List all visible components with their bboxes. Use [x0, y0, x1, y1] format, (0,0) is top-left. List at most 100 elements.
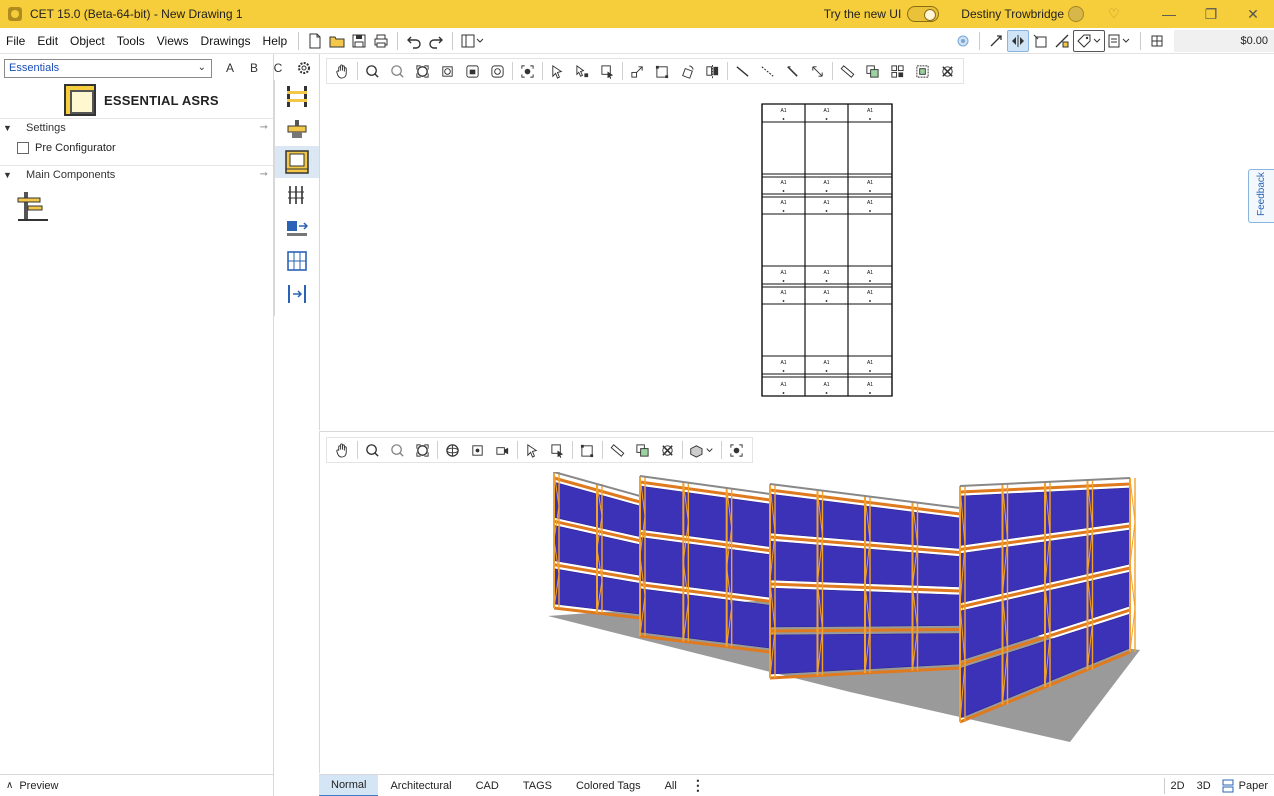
- rack-frame-tool[interactable]: [275, 80, 319, 112]
- rack-plan-drawing[interactable]: A1 A1 A1 A1 A1 A1 A1 A1 A1 A1 A1 A1 A1 A1 A1 A1 A1 A1 A1 A1…: [760, 102, 894, 398]
- filter-c-button[interactable]: C: [266, 61, 290, 75]
- more-options-icon[interactable]: ⋮: [691, 777, 705, 794]
- rotate-icon[interactable]: [675, 60, 700, 82]
- menu-views[interactable]: Views: [151, 34, 195, 48]
- plan-view[interactable]: A1 A1 A1 A1 A1 A1 A1 A1 A1 A1 A1 A1 A1 A1 A1 A1 A1 A1 A1 A1…: [319, 54, 1274, 430]
- focus-icon[interactable]: [515, 60, 540, 82]
- pre-configurator-item[interactable]: Pre Configurator: [17, 140, 116, 156]
- view-3d-button[interactable]: 3D: [1191, 780, 1217, 792]
- select-similar-icon[interactable]: [570, 60, 595, 82]
- open-folder-icon[interactable]: [326, 30, 348, 52]
- copy-icon[interactable]: [630, 439, 655, 461]
- calculation-icon[interactable]: [1146, 30, 1168, 52]
- move-icon[interactable]: [625, 60, 650, 82]
- menu-file[interactable]: File: [0, 34, 31, 48]
- zoom-selection-icon[interactable]: [460, 60, 485, 82]
- delete-icon[interactable]: [935, 60, 960, 82]
- select-icon[interactable]: [520, 439, 545, 461]
- paper-button[interactable]: Paper: [1239, 780, 1274, 792]
- aisle-tool[interactable]: [275, 278, 319, 310]
- tab-architectural[interactable]: Architectural: [378, 775, 463, 796]
- copy-icon[interactable]: [860, 60, 885, 82]
- 3d-rack-scene[interactable]: [540, 472, 1150, 762]
- zoom-icon[interactable]: [360, 60, 385, 82]
- lift-tool[interactable]: [275, 245, 319, 277]
- tab-all[interactable]: All: [653, 775, 689, 796]
- report-dropdown-icon[interactable]: [1105, 30, 1135, 52]
- tab-cad[interactable]: CAD: [464, 775, 511, 796]
- bell-icon[interactable]: ♡: [1108, 7, 1122, 21]
- menu-help[interactable]: Help: [257, 34, 294, 48]
- mirror-icon[interactable]: [700, 60, 725, 82]
- 3d-view[interactable]: [319, 431, 1274, 773]
- print-icon[interactable]: [370, 30, 392, 52]
- select-icon[interactable]: [545, 60, 570, 82]
- zoom-extents-icon[interactable]: [410, 439, 435, 461]
- asrs-storage-tool[interactable]: [275, 146, 319, 178]
- group-icon[interactable]: [910, 60, 935, 82]
- zoom-extents-icon[interactable]: [410, 60, 435, 82]
- zoom-icon[interactable]: [360, 439, 385, 461]
- dashed-line-icon[interactable]: [755, 60, 780, 82]
- select-all-icon[interactable]: [545, 439, 570, 461]
- filter-a-button[interactable]: A: [218, 61, 242, 75]
- align-icon[interactable]: [1007, 29, 1029, 52]
- new-document-icon[interactable]: [304, 30, 326, 52]
- feedback-tab[interactable]: Feedback: [1248, 169, 1274, 223]
- line-icon[interactable]: [730, 60, 755, 82]
- camera-icon[interactable]: [490, 439, 515, 461]
- menu-edit[interactable]: Edit: [31, 34, 64, 48]
- arrow-dimension-icon[interactable]: [805, 60, 830, 82]
- orbit-icon[interactable]: [440, 439, 465, 461]
- measure-icon[interactable]: [605, 439, 630, 461]
- user-name[interactable]: Destiny Trowbridge: [961, 7, 1064, 21]
- section-main-components[interactable]: ▼ Main Components ➞: [0, 165, 273, 183]
- menu-drawings[interactable]: Drawings: [195, 34, 257, 48]
- zoom-window-icon[interactable]: [435, 60, 460, 82]
- measure-icon[interactable]: [835, 60, 860, 82]
- paper-space-icon[interactable]: [1221, 779, 1235, 793]
- stretch-icon[interactable]: [650, 60, 675, 82]
- walk-icon[interactable]: [465, 439, 490, 461]
- render-icon[interactable]: [952, 30, 974, 52]
- render-mode-dropdown-icon[interactable]: [685, 439, 719, 461]
- dimension-icon[interactable]: [780, 60, 805, 82]
- asrs-component-icon[interactable]: [16, 190, 50, 222]
- zoom-out-icon[interactable]: [385, 60, 410, 82]
- undo-icon[interactable]: [403, 30, 425, 52]
- preview-toggle[interactable]: ∧ Preview: [0, 774, 273, 796]
- try-new-ui-toggle[interactable]: [907, 6, 940, 22]
- pan-hand-icon[interactable]: [330, 439, 355, 461]
- menu-object[interactable]: Object: [64, 34, 111, 48]
- measure-tag-icon[interactable]: [1051, 30, 1073, 52]
- conveyor-tool[interactable]: [275, 212, 319, 244]
- tab-tags[interactable]: TAGS: [511, 775, 564, 796]
- redo-icon[interactable]: [425, 30, 447, 52]
- filter-b-button[interactable]: B: [242, 61, 266, 75]
- box-select-icon[interactable]: [1029, 30, 1051, 52]
- view-2d-button[interactable]: 2D: [1165, 780, 1191, 792]
- minimize-button[interactable]: —: [1148, 0, 1190, 28]
- save-icon[interactable]: [348, 30, 370, 52]
- delete-icon[interactable]: [655, 439, 680, 461]
- tag-dropdown-icon[interactable]: [1073, 29, 1105, 52]
- menu-tools[interactable]: Tools: [111, 34, 151, 48]
- close-button[interactable]: ✕: [1232, 0, 1274, 28]
- avatar[interactable]: [1068, 6, 1084, 22]
- stretch-icon[interactable]: [575, 439, 600, 461]
- restore-button[interactable]: ❐: [1190, 0, 1232, 28]
- array-icon[interactable]: [885, 60, 910, 82]
- pan-hand-icon[interactable]: [330, 60, 355, 82]
- tab-normal[interactable]: Normal: [319, 774, 379, 796]
- layout-dropdown-icon[interactable]: [458, 30, 488, 52]
- snap-icon[interactable]: [985, 30, 1007, 52]
- section-settings[interactable]: ▼ Settings ➞: [0, 118, 273, 136]
- select-all-icon[interactable]: [595, 60, 620, 82]
- upright-tool[interactable]: [275, 179, 319, 211]
- focus-icon[interactable]: [724, 439, 749, 461]
- shuttle-tool[interactable]: [275, 113, 319, 145]
- tab-colored-tags[interactable]: Colored Tags: [564, 775, 653, 796]
- zoom-out-icon[interactable]: [385, 439, 410, 461]
- library-select[interactable]: Essentials ⌄: [4, 58, 212, 78]
- gear-icon[interactable]: [294, 58, 314, 78]
